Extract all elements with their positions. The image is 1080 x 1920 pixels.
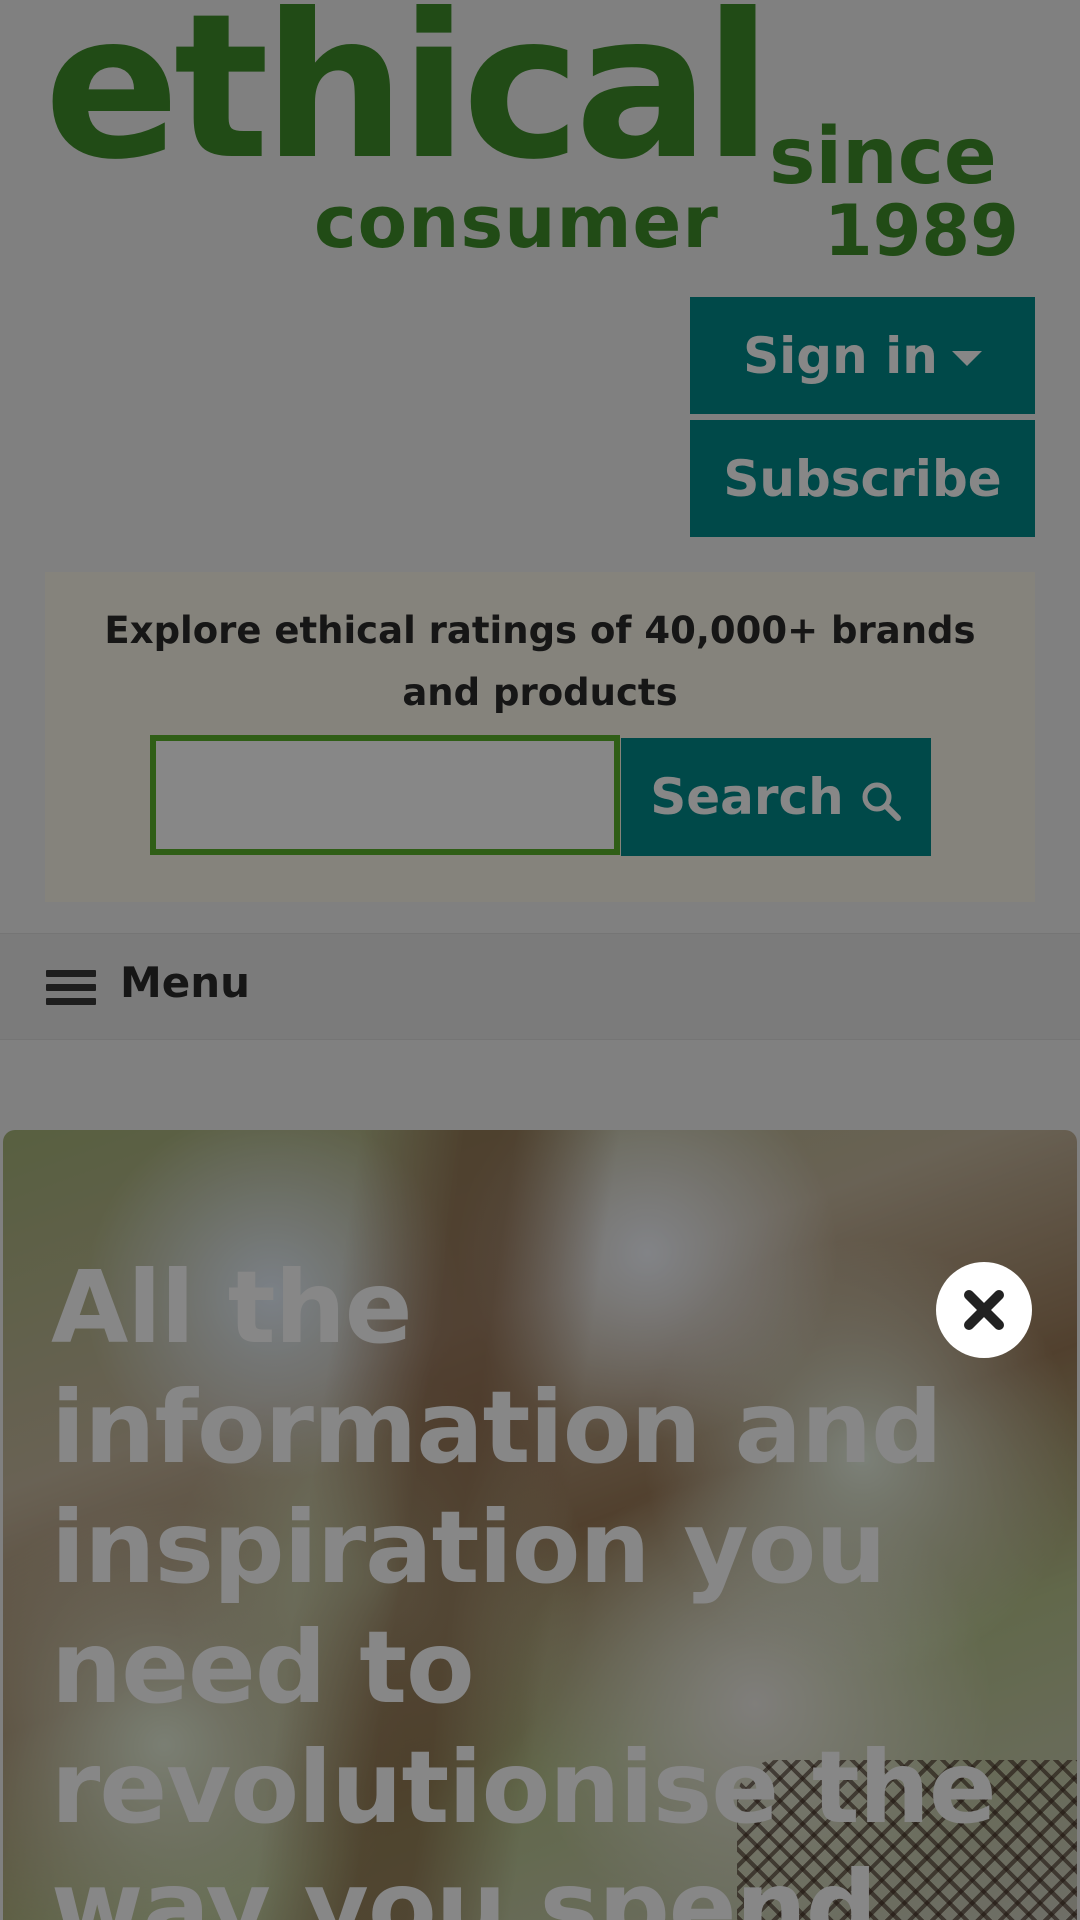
search-button[interactable]: Search	[621, 738, 931, 856]
caret-down-icon	[951, 351, 982, 366]
promo-headline: All the information and inspiration you …	[51, 1249, 997, 1920]
sign-in-button[interactable]: Sign in	[690, 297, 1035, 414]
subscribe-label: Subscribe	[723, 449, 1002, 508]
close-button[interactable]	[936, 1262, 1032, 1358]
hamburger-icon	[46, 970, 96, 1006]
search-title: Explore ethical ratings of 40,000+ brand…	[104, 609, 976, 714]
close-icon	[964, 1290, 1004, 1330]
menu-label: Menu	[120, 958, 251, 1007]
search-panel: Explore ethical ratings of 40,000+ brand…	[45, 572, 1035, 902]
sign-in-label: Sign in	[743, 326, 938, 385]
search-button-label: Search	[650, 768, 844, 826]
logo-year: 1989	[824, 190, 1019, 272]
logo-since: since	[769, 112, 997, 202]
search-icon	[862, 782, 901, 821]
logo-wordmark: ethical	[44, 0, 772, 204]
menu-bar[interactable]: Menu	[0, 933, 1080, 1040]
page: ethical consumer since 1989 Sign in Subs…	[0, 0, 1080, 1920]
logo-subtitle: consumer	[314, 180, 719, 264]
subscribe-button[interactable]: Subscribe	[690, 420, 1035, 537]
site-logo[interactable]: ethical consumer since 1989	[44, 0, 1019, 266]
search-input[interactable]	[150, 735, 620, 855]
promo-modal: All the information and inspiration you …	[3, 1130, 1077, 1920]
